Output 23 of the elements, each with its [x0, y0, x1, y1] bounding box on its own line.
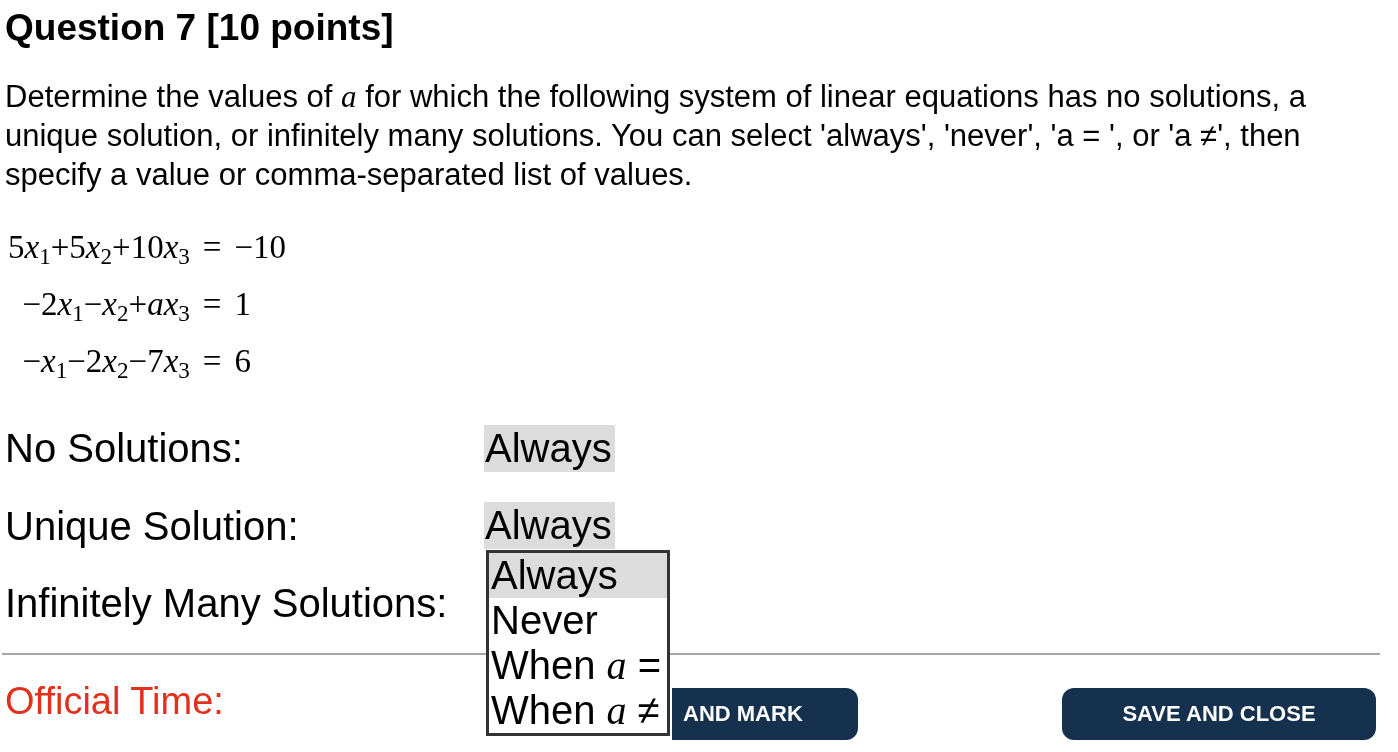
answer-label: Unique Solution: — [5, 502, 299, 550]
equation-right-side: 1 — [234, 285, 251, 324]
answer-label: No Solutions: — [5, 425, 243, 472]
dropdown-option[interactable]: When a = — [489, 643, 667, 688]
equation-left-side: −2x$_{1}$−x$_{2}$+ax$_{3}$ — [22, 285, 190, 329]
equals-sign: = — [202, 285, 222, 324]
equals-sign: = — [202, 228, 222, 267]
equation-right-side: −10 — [234, 228, 287, 267]
dropdown-option[interactable]: Always — [489, 553, 667, 598]
question-text: Determine the values of a for which the following system of linear equations has no solutions, a unique solution, or infinitely many solutions. You can select 'always', 'never', 'a = ', or 'a ≠', then specify a value or comma-separated list of values. — [5, 78, 1307, 194]
equals-sign: = — [202, 342, 222, 381]
answer-select[interactable]: Always — [484, 424, 615, 472]
question-title: Question 7 [10 points] — [5, 6, 394, 50]
save-and-close-button[interactable]: SAVE AND CLOSE — [1062, 688, 1376, 740]
answer-select[interactable]: Always — [484, 502, 615, 549]
and-mark-button[interactable]: AND MARK — [672, 688, 858, 740]
dropdown-option[interactable]: When a ≠ — [489, 688, 667, 733]
equation-right-side: 6 — [234, 342, 251, 381]
equation-left-side: −x$_{1}$−2x$_{2}$−7x$_{3}$ — [22, 342, 190, 386]
timer-label: Official Time: — [5, 679, 224, 723]
dropdown-option[interactable]: Never — [489, 598, 667, 643]
answer-label: Infinitely Many Solutions: — [5, 580, 448, 627]
equation-left-side: 5x$_{1}$+5x$_{2}$+10x$_{3}$ — [8, 228, 190, 272]
